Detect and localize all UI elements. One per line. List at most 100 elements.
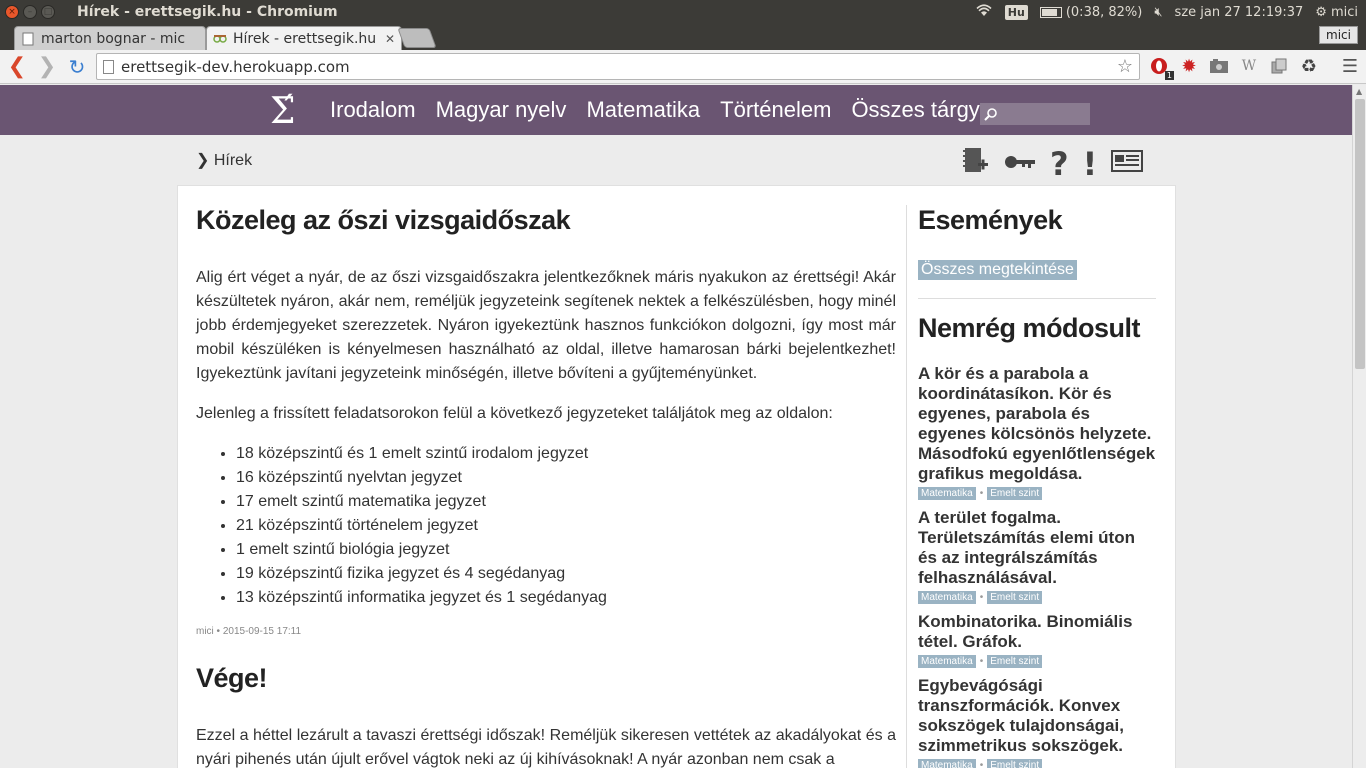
- tag-list: Matematika • Emelt szint: [918, 487, 1156, 500]
- tab-marton[interactable]: marton bognar - mic: [14, 26, 206, 50]
- glasses-favicon-icon: [213, 34, 227, 43]
- window-titlebar: × – □ Hírek - erettsegik.hu - Chromium H…: [0, 0, 1366, 24]
- recent-item: A terület fogalma. Területszámítás elemi…: [918, 508, 1156, 604]
- tag[interactable]: Matematika: [918, 655, 976, 668]
- news-column: Közeleg az őszi vizsgaidőszak Alig ért v…: [196, 205, 896, 768]
- search-icon: [984, 108, 997, 121]
- tag[interactable]: Matematika: [918, 487, 976, 500]
- site-search-input[interactable]: [980, 103, 1090, 125]
- tag[interactable]: Matematika: [918, 759, 976, 768]
- site-logo[interactable]: Σ́: [270, 91, 295, 132]
- recent-item-title[interactable]: A terület fogalma. Területszámítás elemi…: [918, 508, 1156, 588]
- scrollbar-thumb[interactable]: [1355, 99, 1365, 369]
- site-nav-links: Irodalom Magyar nyelv Matematika Történe…: [330, 97, 980, 123]
- address-text: erettsegik-dev.herokuapp.com: [121, 57, 350, 76]
- tag[interactable]: Emelt szint: [987, 591, 1043, 604]
- nav-link-tortenelem[interactable]: Történelem: [720, 97, 831, 123]
- key-icon[interactable]: [1004, 149, 1036, 179]
- battery-text: (0:38, 82%): [1065, 4, 1143, 20]
- window-minimize-button[interactable]: –: [23, 5, 37, 19]
- article-paragraph: Alig ért véget a nyár, de az őszi vizsga…: [196, 269, 896, 382]
- profile-button[interactable]: mici: [1319, 26, 1358, 44]
- volume-muted-icon[interactable]: 🔇︎: [1154, 5, 1162, 20]
- article-paragraph: Ezzel a héttel lezárult a tavaszi éretts…: [196, 727, 896, 768]
- exclamation-icon[interactable]: !: [1083, 145, 1098, 183]
- battery-indicator[interactable]: (0:38, 82%): [1039, 4, 1143, 20]
- page-scrollbar[interactable]: ▲: [1352, 85, 1366, 768]
- help-icon[interactable]: ?: [1050, 145, 1069, 183]
- clock[interactable]: sze jan 27 12:19:37: [1175, 5, 1304, 20]
- tag-list: Matematika • Emelt szint: [918, 591, 1156, 604]
- news-icon[interactable]: [1111, 149, 1144, 179]
- user-name: mici: [1330, 4, 1358, 20]
- tab-close-icon[interactable]: ✕: [385, 32, 395, 46]
- nav-link-osszes-targy[interactable]: Összes tárgy: [851, 97, 979, 123]
- nav-link-magyar-nyelv[interactable]: Magyar nyelv: [436, 97, 567, 123]
- recent-item-title[interactable]: Egybevágósági transzformációk. Konvex so…: [918, 676, 1156, 756]
- tab-label: marton bognar - mic: [41, 30, 186, 47]
- user-menu[interactable]: ⚙ mici: [1315, 5, 1358, 20]
- window-maximize-button[interactable]: □: [41, 5, 55, 19]
- view-all-button[interactable]: Összes megtekintése: [918, 260, 1077, 280]
- page-icon: [22, 32, 34, 45]
- hamburger-menu-icon[interactable]: ☰: [1342, 56, 1358, 77]
- red-gear-extension-icon[interactable]: ✹: [1178, 55, 1200, 77]
- recent-heading: Nemrég módosult: [918, 313, 1141, 343]
- window-close-button[interactable]: ×: [5, 5, 19, 19]
- list-item: 17 emelt szintű matematika jegyzet: [236, 490, 896, 514]
- address-bar[interactable]: erettsegik-dev.herokuapp.com ☆: [96, 53, 1140, 80]
- opera-badge-extension-icon[interactable]: 1: [1148, 55, 1174, 80]
- divider: [918, 298, 1156, 299]
- notes-list: 18 középszintű és 1 emelt szintű irodalo…: [236, 442, 896, 610]
- list-item: 16 középszintű nyelvtan jegyzet: [236, 466, 896, 490]
- system-tray: Hu (0:38, 82%) 🔇︎ sze jan 27 12:19:37 ⚙ …: [975, 0, 1358, 24]
- recycle-extension-icon[interactable]: ♻: [1298, 55, 1320, 77]
- tab-hirek[interactable]: Hírek - erettsegik.hu ✕: [206, 26, 402, 50]
- nav-link-irodalom[interactable]: Irodalom: [330, 97, 416, 123]
- window-title: Hírek - erettsegik.hu - Chromium: [77, 4, 338, 20]
- sidebar: Események Összes megtekintése Nemrég mód…: [906, 205, 1156, 768]
- reload-icon[interactable]: ↻: [64, 54, 90, 80]
- forward-arrow-icon[interactable]: ❯: [34, 54, 60, 80]
- article-title[interactable]: Vége!: [196, 663, 896, 694]
- keyboard-layout-indicator[interactable]: Hu: [1004, 4, 1028, 20]
- recent-item: Egybevágósági transzformációk. Konvex so…: [918, 676, 1156, 768]
- recent-item-title[interactable]: Kombinatorika. Binomiális tétel. Gráfok.: [918, 612, 1156, 652]
- tag[interactable]: Emelt szint: [987, 655, 1043, 668]
- tag[interactable]: Emelt szint: [987, 759, 1043, 768]
- gear-icon: ⚙: [1315, 4, 1327, 20]
- screenshot-extension-icon[interactable]: [1208, 55, 1230, 77]
- tag-separator: •: [979, 656, 984, 667]
- breadcrumb[interactable]: ❯ Hírek: [196, 150, 252, 170]
- list-item: 13 középszintű informatika jegyzet és 1 …: [236, 586, 896, 610]
- extension-icons: 1 ✹ W ♻: [1148, 55, 1320, 80]
- battery-icon: [1039, 6, 1062, 18]
- tag-list: Matematika • Emelt szint: [918, 655, 1156, 668]
- article-title[interactable]: Közeleg az őszi vizsgaidőszak: [196, 205, 896, 236]
- tag-separator: •: [979, 760, 984, 768]
- browser-tabstrip: marton bognar - mic Hírek - erettsegik.h…: [0, 24, 1366, 50]
- back-arrow-icon[interactable]: ❮: [4, 54, 30, 80]
- wifi-icon[interactable]: [975, 3, 993, 21]
- bookmark-star-icon[interactable]: ☆: [1117, 56, 1133, 77]
- scroll-up-arrow-icon[interactable]: ▲: [1356, 87, 1362, 96]
- recent-item-title[interactable]: A kör és a parabola a koordinátasíkon. K…: [918, 364, 1156, 484]
- recent-item: A kör és a parabola a koordinátasíkon. K…: [918, 364, 1156, 500]
- page-icon: [103, 60, 114, 74]
- tab-label: Hírek - erettsegik.hu: [233, 30, 377, 47]
- nav-link-matematika[interactable]: Matematika: [586, 97, 700, 123]
- page-viewport: Σ́ Irodalom Magyar nyelv Matematika Tört…: [0, 85, 1352, 768]
- wikipedia-extension-icon[interactable]: W: [1238, 55, 1260, 77]
- list-item: 19 középszintű fizika jegyzet és 4 segéd…: [236, 562, 896, 586]
- add-notebook-icon[interactable]: [962, 146, 990, 183]
- article-meta: mici • 2015-09-15 17:11: [196, 626, 302, 637]
- copy-extension-icon[interactable]: [1268, 55, 1290, 77]
- new-tab-button[interactable]: [397, 28, 437, 48]
- article-paragraph: Jelenleg a frissített feladatsorokon fel…: [196, 405, 833, 422]
- list-item: 1 emelt szintű biológia jegyzet: [236, 538, 896, 562]
- page-tools: ? !: [962, 145, 1144, 183]
- tag[interactable]: Matematika: [918, 591, 976, 604]
- tag[interactable]: Emelt szint: [987, 487, 1043, 500]
- tag-separator: •: [979, 488, 984, 499]
- site-navbar: Σ́ Irodalom Magyar nyelv Matematika Tört…: [0, 85, 1352, 135]
